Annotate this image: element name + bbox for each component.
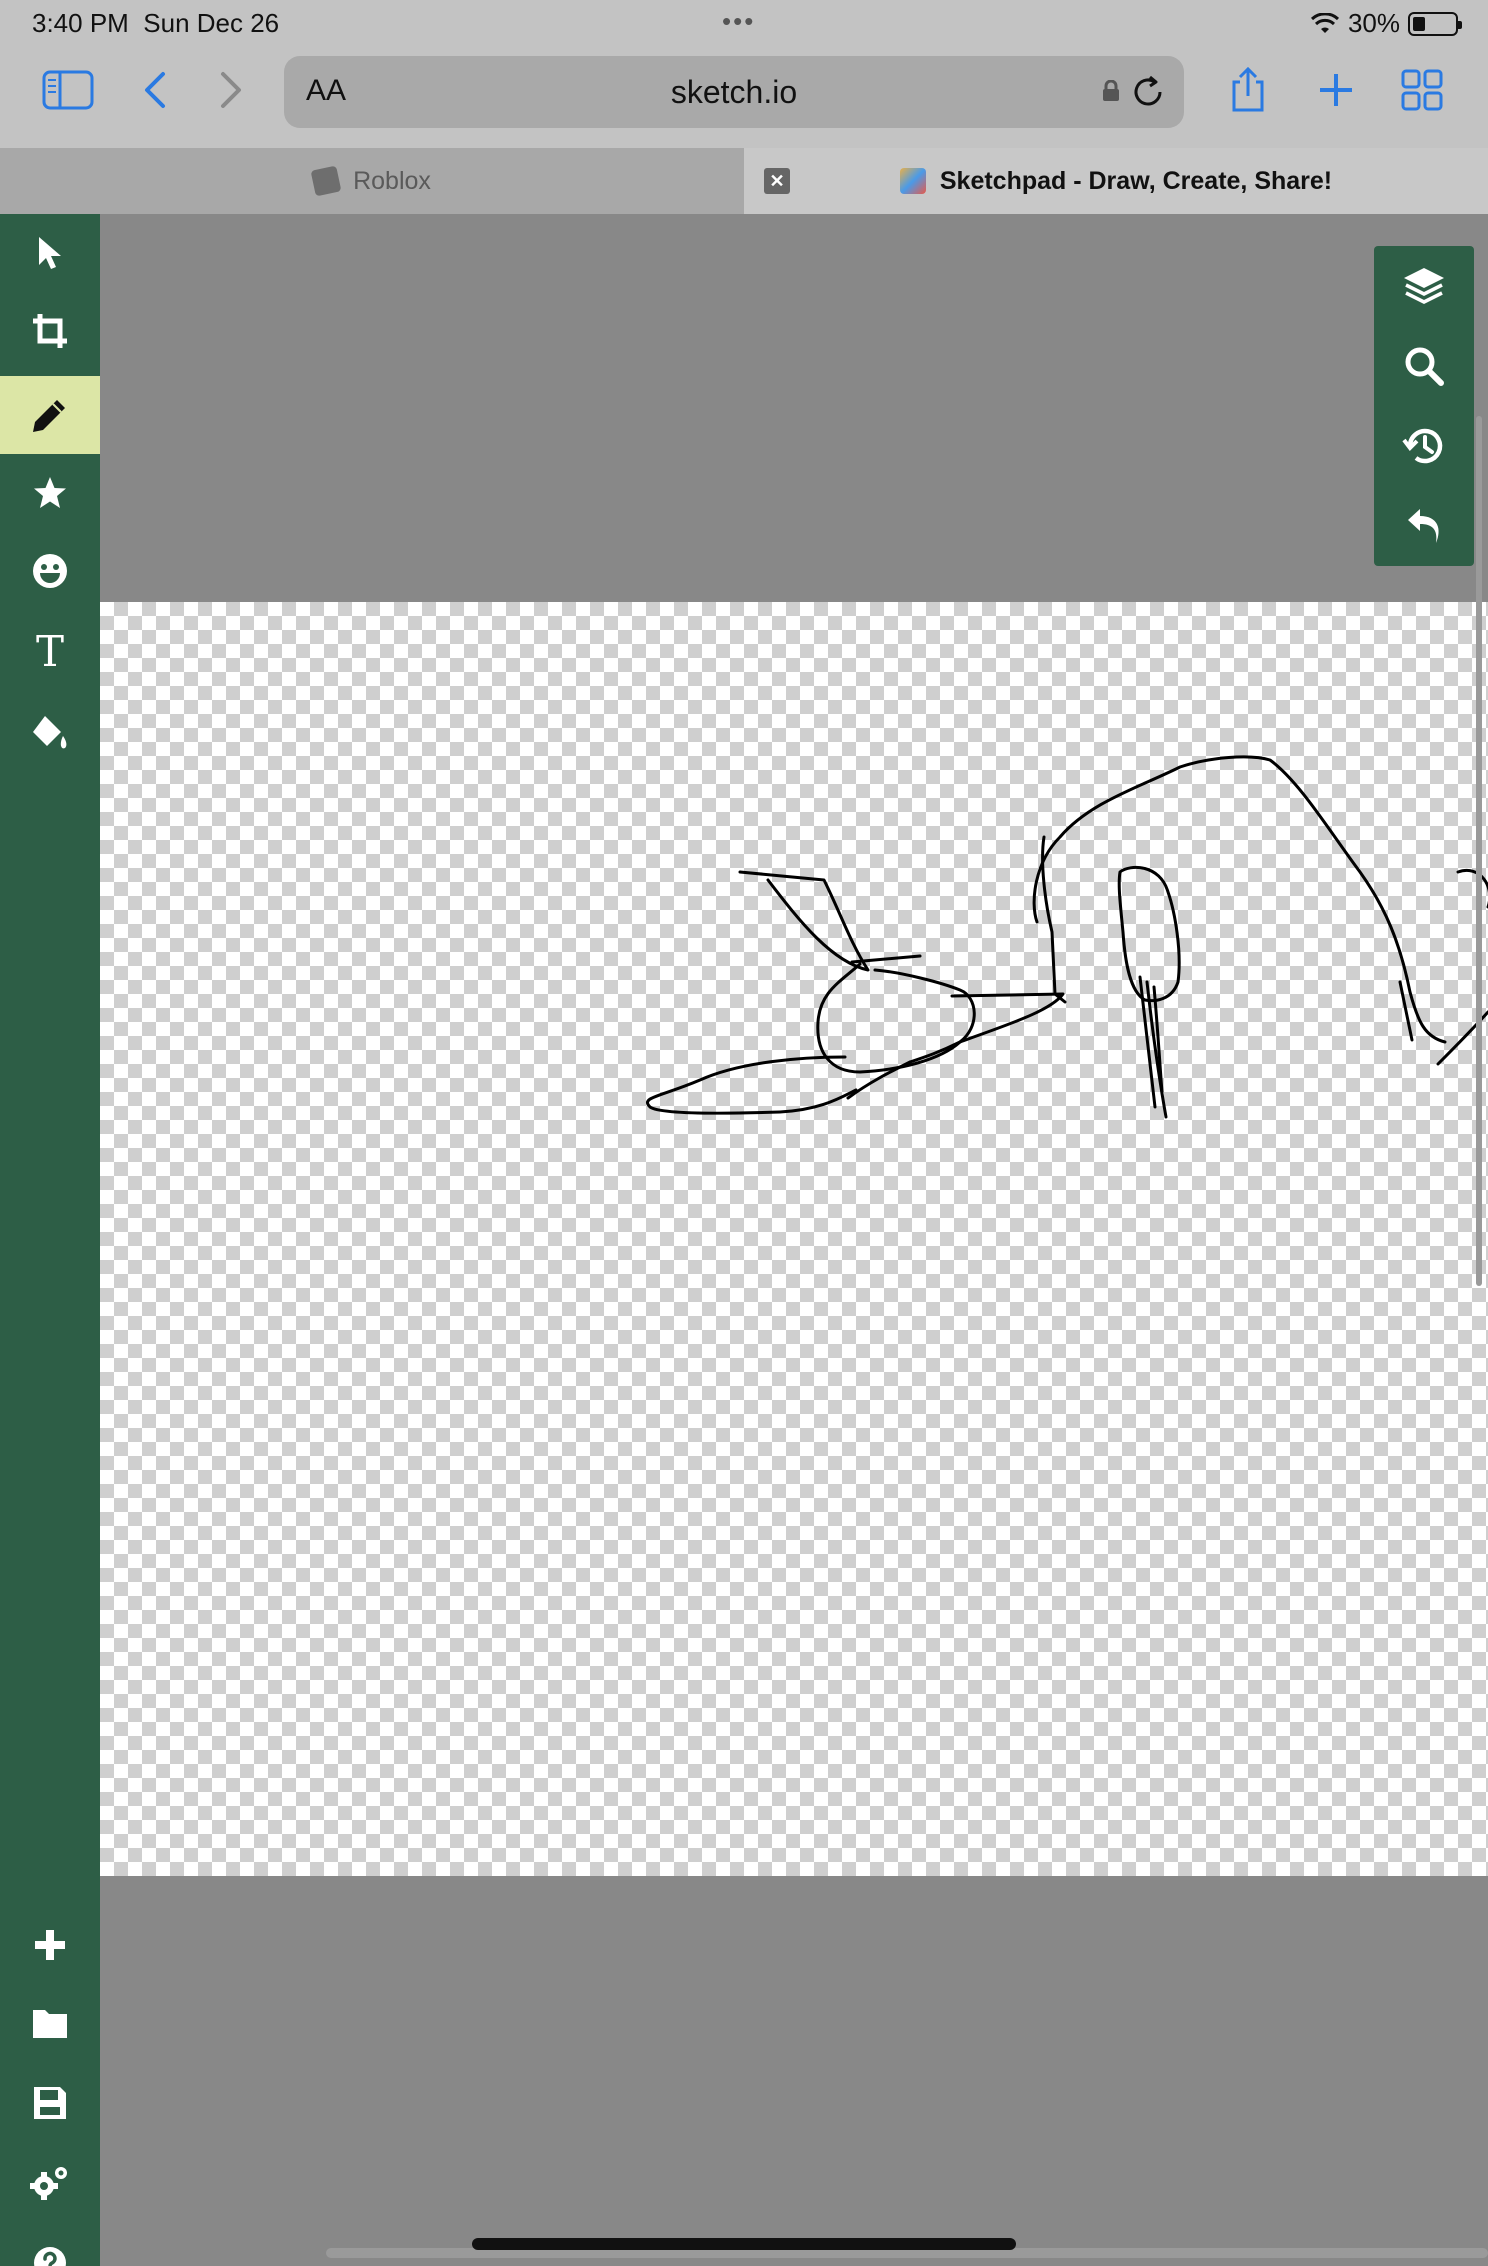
open-button[interactable]	[0, 1984, 100, 2062]
tab-overview-icon[interactable]	[1394, 62, 1450, 118]
share-icon[interactable]	[1220, 62, 1276, 118]
settings-button[interactable]	[0, 2144, 100, 2222]
zoom-button[interactable]	[1374, 326, 1474, 406]
left-toolbar: T	[0, 214, 100, 2266]
tab-bar: Roblox ✕ Sketchpad - Draw, Create, Share…	[0, 148, 1488, 214]
save-button[interactable]	[0, 2064, 100, 2142]
layers-button[interactable]	[1374, 246, 1474, 326]
status-right: 30%	[1310, 8, 1462, 39]
sketchpad-favicon-icon	[899, 168, 926, 194]
roblox-favicon-icon	[310, 165, 342, 197]
history-icon	[1402, 428, 1443, 464]
sketch-drawing	[646, 755, 1488, 1119]
help-icon	[34, 2247, 66, 2266]
status-time: 3:40 PM Sun Dec 26	[32, 8, 280, 38]
wifi-icon	[1310, 12, 1339, 33]
battery-icon	[1408, 11, 1462, 36]
help-button[interactable]	[0, 2224, 100, 2266]
home-indicator[interactable]	[472, 2238, 1016, 2250]
layers-icon	[1404, 268, 1444, 304]
url-text[interactable]: sketch.io	[284, 74, 1184, 111]
text-icon: T	[35, 626, 64, 676]
plus-icon	[35, 1930, 65, 1960]
address-bar[interactable]: AA sketch.io	[284, 56, 1184, 128]
settings-icon	[30, 2167, 67, 2200]
new-tab-icon[interactable]	[1308, 62, 1364, 118]
stickers-tool-button[interactable]	[0, 532, 100, 610]
star-icon	[34, 477, 66, 508]
sidebar-icon[interactable]	[40, 62, 96, 118]
select-tool-button[interactable]	[0, 214, 100, 292]
save-icon	[34, 2087, 66, 2119]
drawing-canvas[interactable]	[100, 602, 1488, 1876]
pencil-icon	[33, 400, 65, 432]
back-icon[interactable]	[126, 62, 182, 118]
forward-icon[interactable]	[204, 62, 260, 118]
tab-title: Sketchpad - Draw, Create, Share!	[939, 166, 1333, 195]
zoom-icon	[1405, 347, 1444, 386]
fill-bucket-icon	[33, 716, 67, 749]
battery-percent: 30%	[1347, 8, 1400, 38]
folder-icon	[33, 2010, 67, 2038]
tab-title: Roblox	[353, 166, 431, 195]
vertical-scrollbar[interactable]	[1476, 416, 1482, 1286]
undo-icon	[1408, 509, 1439, 543]
browser-chrome: 3:40 PM Sun Dec 26 ••• 30% AA sketch.io	[0, 0, 1488, 148]
crop-icon	[33, 314, 67, 348]
tab-sketchpad[interactable]: ✕ Sketchpad - Draw, Create, Share!	[744, 148, 1488, 214]
new-button[interactable]	[0, 1906, 100, 1984]
reload-icon[interactable]	[1130, 74, 1166, 110]
text-tool-button[interactable]: T	[0, 612, 100, 690]
crop-tool-button[interactable]	[0, 292, 100, 370]
tab-close-icon[interactable]: ✕	[764, 168, 790, 194]
tab-roblox[interactable]: Roblox	[0, 148, 744, 214]
pencil-tool-button[interactable]	[0, 376, 100, 454]
multitasking-dots-icon[interactable]: •••	[722, 6, 755, 37]
undo-button[interactable]	[1374, 486, 1474, 566]
fill-tool-button[interactable]	[0, 694, 100, 772]
right-panel	[1374, 246, 1474, 566]
emoji-icon	[33, 554, 67, 588]
select-icon	[39, 237, 61, 269]
lock-icon	[1103, 80, 1119, 101]
shapes-tool-button[interactable]	[0, 454, 100, 532]
history-button[interactable]	[1374, 406, 1474, 486]
